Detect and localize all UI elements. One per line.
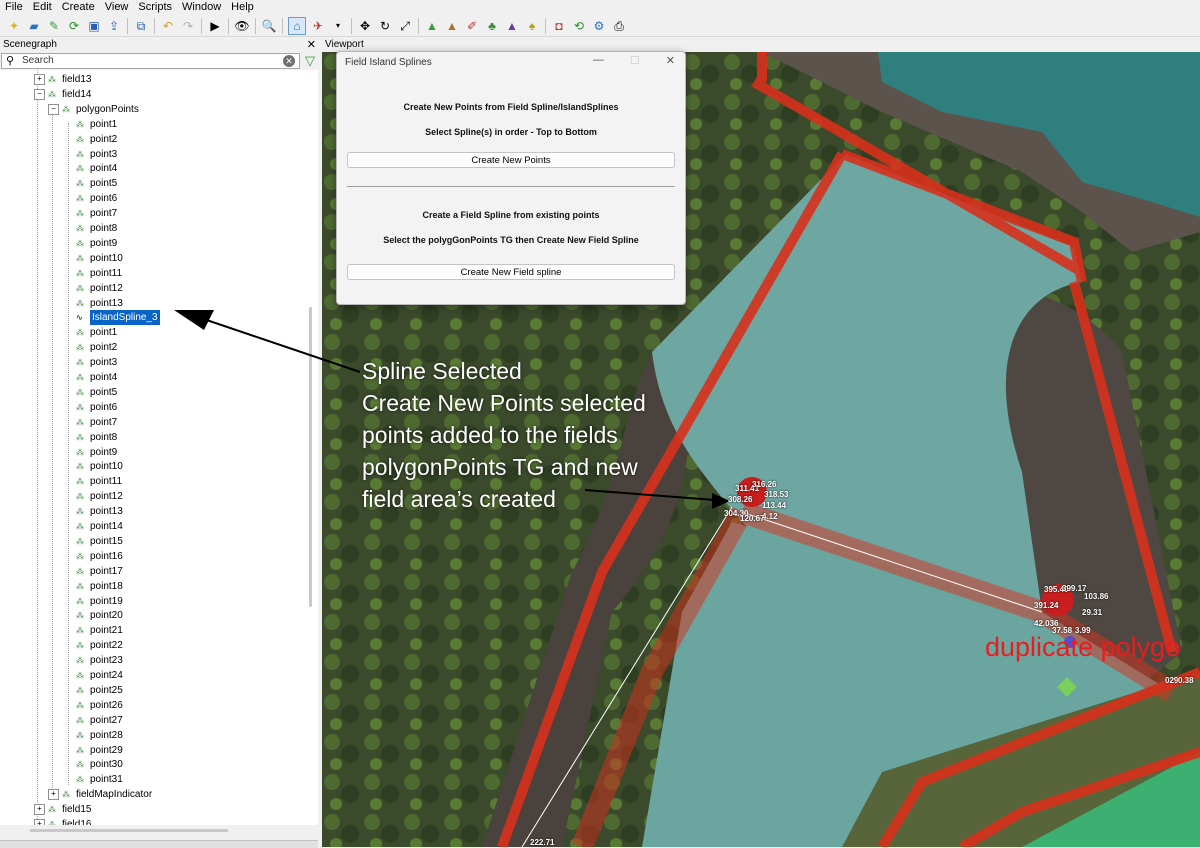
duplicate-polygon-label: duplicate polygo [985, 632, 1181, 662]
annotation-line: Spline Selected [362, 358, 522, 384]
annotation-text: Spline Selected Create New Points select… [362, 355, 702, 515]
dialog-instruction: Select Spline(s) in order - Top to Botto… [425, 127, 597, 137]
dialog-instruction: Create New Points from Field Spline/Isla… [403, 102, 619, 112]
dialog-instruction: Select the polygGonPoints TG then Create… [383, 235, 639, 245]
dialog-title: Field Island Splines [345, 57, 432, 68]
annotation-line: Create New Points selected [362, 390, 646, 416]
point-value-label: 103.86 [1084, 592, 1109, 601]
arrow-line [185, 312, 361, 373]
point-value-label: 0.38 [1178, 676, 1194, 685]
arrowhead [174, 310, 214, 330]
point-value-label: 120.67 [740, 514, 765, 523]
point-value-label: 308.26 [728, 495, 753, 504]
point-value-label: 222.71 [530, 838, 555, 847]
maximize-icon[interactable]: ☐ [630, 54, 640, 67]
close-icon[interactable]: ✕ [666, 54, 675, 67]
create-new-points-button[interactable]: Create New Points [347, 152, 675, 168]
annotation-line: points added to the fields [362, 422, 618, 448]
annotation-line: polygonPoints TG and new [362, 454, 638, 480]
create-new-field-spline-button[interactable]: Create New Field spline [347, 264, 675, 280]
dialog-separator [347, 186, 675, 187]
dialog-instruction: Create a Field Spline from existing poin… [422, 210, 600, 220]
point-value-label: 4.12 [762, 512, 778, 521]
point-value-label: 399.17 [1062, 584, 1087, 593]
point-value-label: 318.53 [764, 490, 789, 499]
point-value-label: 3.99 [1075, 626, 1091, 635]
point-value-label: 29.31 [1082, 608, 1103, 617]
point-value-label: 113.44 [762, 501, 787, 510]
point-value-label: 029 [1165, 676, 1179, 685]
window-controls: — ☐ ✕ [593, 54, 675, 67]
annotation-line: field area’s created [362, 486, 556, 512]
point-value-label: 316.26 [752, 480, 777, 489]
point-value-label: 391.24 [1034, 601, 1059, 610]
point-value-label: 37.58 [1052, 626, 1073, 635]
minimize-icon[interactable]: — [593, 54, 604, 67]
field-island-splines-dialog: Field Island Splines — ☐ ✕ Create New Po… [336, 51, 686, 305]
